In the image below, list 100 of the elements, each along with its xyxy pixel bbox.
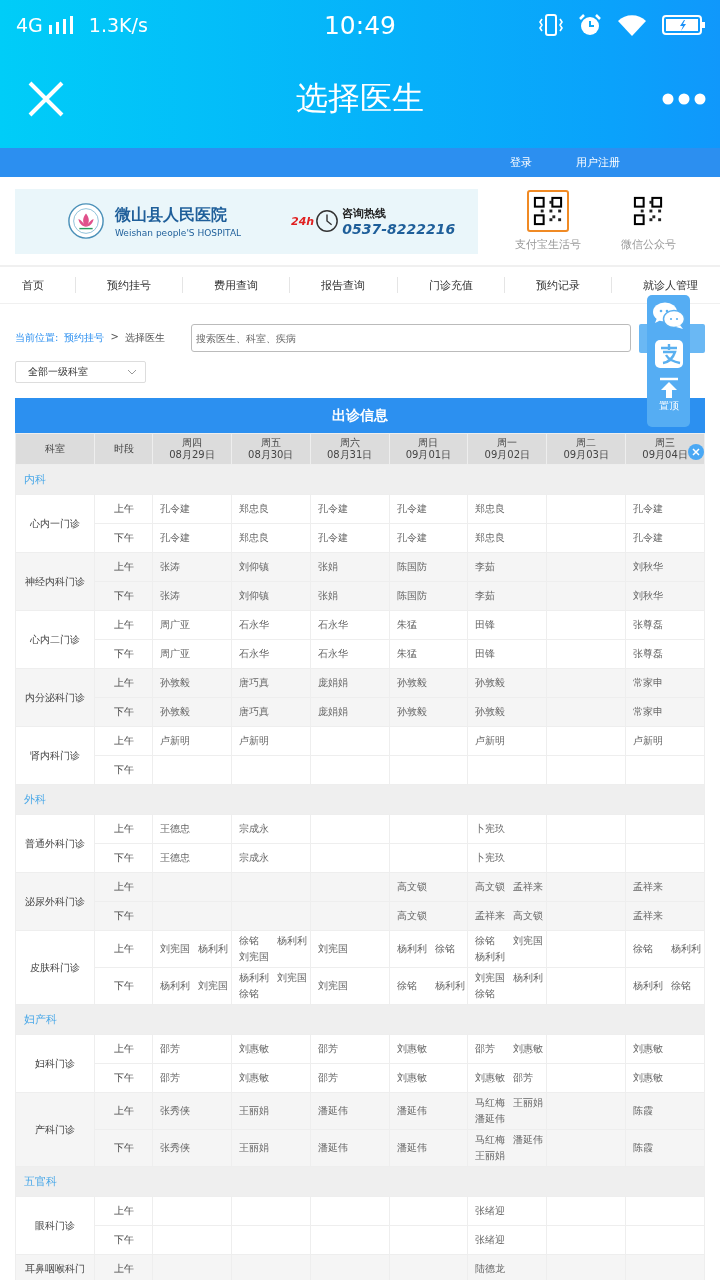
doctor-name[interactable]: 邵芳 xyxy=(160,1070,190,1086)
doctor-name[interactable]: 张秀侠 xyxy=(160,1140,190,1156)
doctor-name[interactable]: 杨利利 xyxy=(198,941,228,957)
doctor-name[interactable]: 刘宪国 xyxy=(198,978,228,994)
doctor-name[interactable]: 徐铭 xyxy=(434,941,465,957)
doctor-name[interactable]: 杨利利 xyxy=(633,978,664,994)
doctor-name[interactable]: 陈霞 xyxy=(633,1140,664,1156)
doctor-name[interactable]: 马红梅 xyxy=(475,1132,506,1148)
qr-code-label: 微信公众号 xyxy=(620,237,676,252)
nav-link[interactable]: 报告查询 xyxy=(321,277,366,293)
doctor-name[interactable]: 刘宪国 xyxy=(317,941,348,957)
doctor-name[interactable]: 孟祥来 xyxy=(475,908,506,924)
doctor-name[interactable]: 陈霞 xyxy=(633,1103,664,1119)
more-icon[interactable] xyxy=(662,93,706,105)
doctor-name[interactable]: 徐铭 xyxy=(475,933,506,949)
doctor-name[interactable]: 孔令建 xyxy=(160,501,190,517)
breadcrumb-link[interactable]: 预约挂号 xyxy=(64,331,105,345)
doctor-name[interactable]: 杨利利 xyxy=(238,970,269,986)
doctor-name[interactable]: 张涛 xyxy=(160,559,190,575)
search-field[interactable]: 搜索医生、科室、疾病 xyxy=(191,324,631,352)
doctor-name[interactable]: 杨利利 xyxy=(513,970,544,986)
doctor-name[interactable]: 潘延伟 xyxy=(513,1132,544,1148)
doctor-name[interactable]: 刘惠敏 xyxy=(513,1041,544,1057)
department-cell: 肾内科门诊 xyxy=(15,726,95,785)
doctor-name[interactable]: 刘宪国 xyxy=(160,941,190,957)
doctor-name[interactable]: 刘宪国 xyxy=(513,933,544,949)
doctor-name[interactable]: 杨利利 xyxy=(396,941,427,957)
period-cell: 上午 xyxy=(94,668,153,698)
doctor-name[interactable]: 徐铭 xyxy=(238,986,269,1002)
period-cell: 下午 xyxy=(94,697,153,727)
doctor-name[interactable]: 潘延伟 xyxy=(317,1103,348,1119)
vibrate-icon xyxy=(538,13,564,37)
close-icon[interactable] xyxy=(28,81,64,117)
payment-app-icon[interactable] xyxy=(653,339,684,369)
nav-link[interactable]: 预约挂号 xyxy=(107,277,152,293)
top-link[interactable]: 用户注册 xyxy=(576,155,620,170)
department-cell: 泌尿外科门诊 xyxy=(15,872,95,931)
nav-link[interactable]: 门诊充值 xyxy=(428,277,473,293)
doctor-name[interactable]: 刘宪国 xyxy=(276,970,307,986)
nav-link[interactable]: 就诊人管理 xyxy=(642,277,698,293)
doctor-name[interactable]: 张涛 xyxy=(160,588,190,604)
doctor-name[interactable]: 孙敦毅 xyxy=(160,704,190,720)
doctor-name[interactable]: 孔令建 xyxy=(160,530,190,546)
doctor-name[interactable]: 周广亚 xyxy=(160,646,190,662)
doctor-name[interactable]: 王丽娟 xyxy=(238,1140,269,1156)
department-dropdown[interactable]: 全部一级科室 xyxy=(15,361,146,383)
doctor-name[interactable]: 杨利利 xyxy=(160,978,190,994)
doctor-name[interactable]: 刘惠敏 xyxy=(475,1070,506,1086)
doctor-name[interactable]: 刘宪国 xyxy=(238,949,269,965)
category-heading: 妇产科 xyxy=(15,1004,705,1035)
doctor-name[interactable]: 徐铭 xyxy=(475,986,506,1002)
period-cell: 上午 xyxy=(94,494,153,524)
close-icon[interactable] xyxy=(688,444,704,460)
doctor-name[interactable]: 杨利利 xyxy=(276,933,307,949)
doctor-name[interactable]: 邵芳 xyxy=(513,1070,544,1086)
nav-link[interactable]: 费用查询 xyxy=(214,277,259,293)
doctor-name[interactable]: 杨利利 xyxy=(475,949,506,965)
doctor-name[interactable]: 王丽娟 xyxy=(238,1103,269,1119)
doctor-name[interactable]: 杨利利 xyxy=(671,941,702,957)
doctor-name[interactable]: 王德忠 xyxy=(160,850,190,866)
hospital-name-english: Weishan people'S HOSPITAL xyxy=(115,227,242,238)
doctor-name[interactable]: 潘延伟 xyxy=(317,1140,348,1156)
doctor-name[interactable]: 杨利利 xyxy=(434,978,465,994)
chat-bubbles-icon[interactable] xyxy=(651,301,686,331)
department-cell: 产科门诊 xyxy=(15,1092,95,1167)
doctor-name[interactable]: 潘延伟 xyxy=(396,1140,427,1156)
doctor-name[interactable]: 刘宪国 xyxy=(475,970,506,986)
doctor-name[interactable]: 高文锁 xyxy=(475,879,506,895)
department-cell: 妇科门诊 xyxy=(15,1034,95,1093)
doctor-name[interactable]: 周广亚 xyxy=(160,617,190,633)
column-header: 周日 09月01日 xyxy=(389,433,468,465)
doctor-name[interactable]: 邵芳 xyxy=(475,1041,506,1057)
nav-link[interactable]: 预约记录 xyxy=(535,277,580,293)
doctor-name[interactable]: 王丽娟 xyxy=(513,1095,544,1111)
doctor-name[interactable]: 徐铭 xyxy=(396,978,427,994)
doctor-name[interactable]: 徐铭 xyxy=(671,978,702,994)
nav-link[interactable]: 首页 xyxy=(22,277,44,293)
doctor-name[interactable]: 孙敦毅 xyxy=(160,675,190,691)
doctor-name[interactable]: 孟祥来 xyxy=(513,879,544,895)
period-cell: 上午 xyxy=(94,872,153,902)
doctor-name[interactable]: 邵芳 xyxy=(160,1041,190,1057)
category-heading: 五官科 xyxy=(15,1166,705,1197)
doctor-name[interactable]: 徐铭 xyxy=(633,941,664,957)
doctor-name[interactable]: 徐铭 xyxy=(238,933,269,949)
doctor-name[interactable]: 潘延伟 xyxy=(396,1103,427,1119)
doctor-name[interactable]: 高文锁 xyxy=(513,908,544,924)
doctor-name[interactable]: 王丽娟 xyxy=(475,1148,506,1164)
doctor-name[interactable]: 卢新明 xyxy=(160,733,190,749)
doctor-name[interactable]: 张秀侠 xyxy=(160,1103,190,1119)
wifi-icon xyxy=(616,13,648,37)
top-link[interactable]: 登录 xyxy=(510,155,532,170)
doctor-name[interactable]: 马红梅 xyxy=(475,1095,506,1111)
doctor-name[interactable]: 王德忠 xyxy=(160,821,190,837)
period-cell: 下午 xyxy=(94,523,153,553)
period-cell: 下午 xyxy=(94,581,153,611)
department-cell: 皮肤科门诊 xyxy=(15,930,95,1005)
doctor-name[interactable]: 刘宪国 xyxy=(317,978,348,994)
doctor-name[interactable]: 潘延伟 xyxy=(475,1111,506,1127)
period-cell: 下午 xyxy=(94,967,153,1005)
breadcrumb-current: 选择医生 xyxy=(124,331,165,345)
